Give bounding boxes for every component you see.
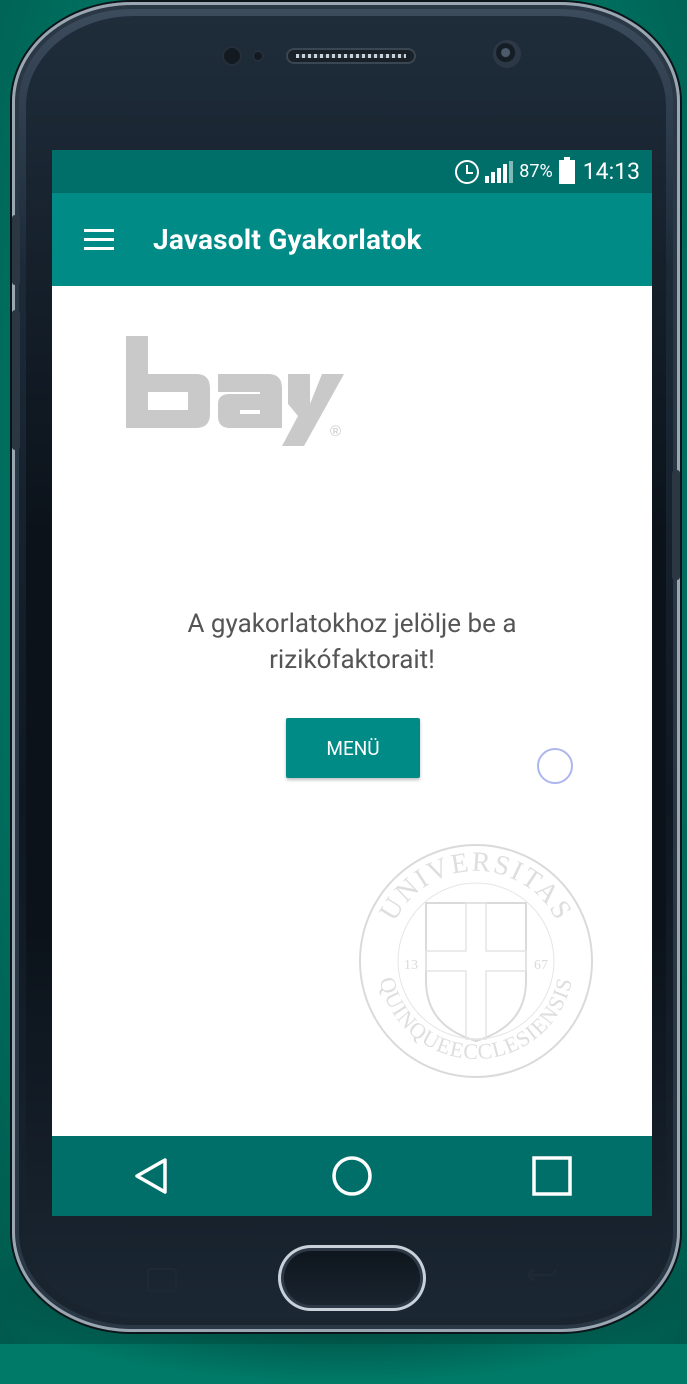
screen: 87% 14:13 Javasolt Gyakorlatok ® A gyako… (52, 150, 652, 1216)
status-bar: 87% 14:13 (52, 150, 652, 193)
light-sensor (252, 50, 264, 62)
clock: 14:13 (582, 158, 640, 185)
battery-percent: 87% (519, 161, 553, 182)
seal-bottom-text: QUINQUEECCLESIENSIS (375, 974, 577, 1064)
seal-left-number: 13 (404, 958, 418, 973)
navigation-bar (52, 1136, 652, 1216)
alarm-icon (455, 159, 480, 184)
info-message: A gyakorlatokhoz jelölje be a rizikófakt… (187, 609, 517, 675)
hardware-home-button[interactable] (278, 1245, 426, 1311)
registered-mark: ® (330, 423, 341, 440)
hardware-back-icon (526, 1268, 557, 1282)
hardware-recents-icon (147, 1268, 177, 1292)
home-circle-icon (332, 1156, 372, 1196)
recents-square-icon (532, 1156, 572, 1196)
earpiece-grill (296, 54, 406, 58)
power-button (672, 470, 680, 580)
bay-logo: ® (126, 336, 344, 446)
back-button[interactable] (117, 1141, 187, 1211)
proximity-sensor (222, 46, 242, 66)
page-title: Javasolt Gyakorlatok (153, 223, 422, 256)
home-nav-button[interactable] (317, 1141, 387, 1211)
university-seal: UNIVERSITAS QUINQUEECCLESIENSIS 13 67 (359, 844, 593, 1078)
volume-button-lower (12, 310, 20, 450)
signal-icon (485, 160, 514, 183)
back-triangle-icon (135, 1158, 167, 1194)
recents-button[interactable] (517, 1141, 587, 1211)
hamburger-menu-icon[interactable] (84, 228, 114, 251)
menu-button[interactable]: MENÜ (286, 718, 420, 778)
status-icons: 87% 14:13 (455, 156, 640, 185)
main-content: ® A gyakorlatokhoz jelölje be a rizikófa… (52, 286, 652, 1136)
app-bar: Javasolt Gyakorlatok (52, 193, 652, 286)
svg-text:QUINQUEECCLESIENSIS: QUINQUEECCLESIENSIS (375, 974, 578, 1064)
touch-indicator (537, 748, 573, 784)
front-camera (493, 40, 521, 68)
seal-right-number: 67 (534, 958, 548, 973)
volume-button (12, 215, 20, 285)
svg-text:UNIVERSITAS: UNIVERSITAS (374, 847, 579, 927)
seal-top-text: UNIVERSITAS (374, 847, 577, 927)
battery-icon (558, 156, 575, 184)
